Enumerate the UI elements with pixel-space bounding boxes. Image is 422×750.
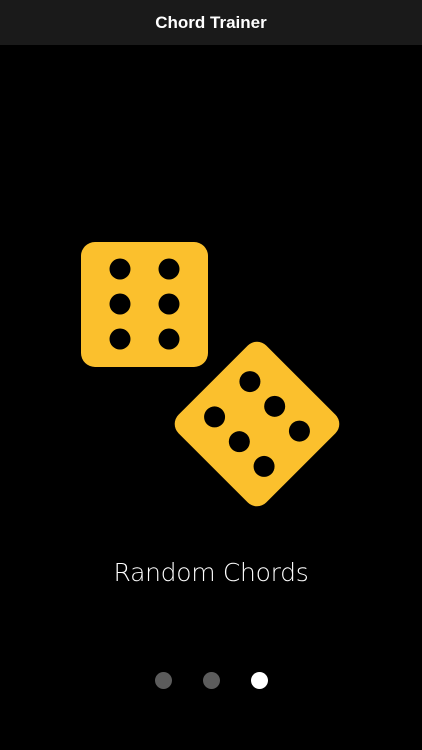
page-dot-1[interactable] (154, 672, 172, 689)
page-indicator[interactable] (0, 672, 422, 689)
onboarding-caption: Random Chords (113, 558, 309, 587)
dice-icon (81, 242, 340, 507)
page-dot-2[interactable] (202, 672, 220, 689)
page-dot-3[interactable] (250, 672, 268, 689)
upright-die (81, 242, 208, 367)
